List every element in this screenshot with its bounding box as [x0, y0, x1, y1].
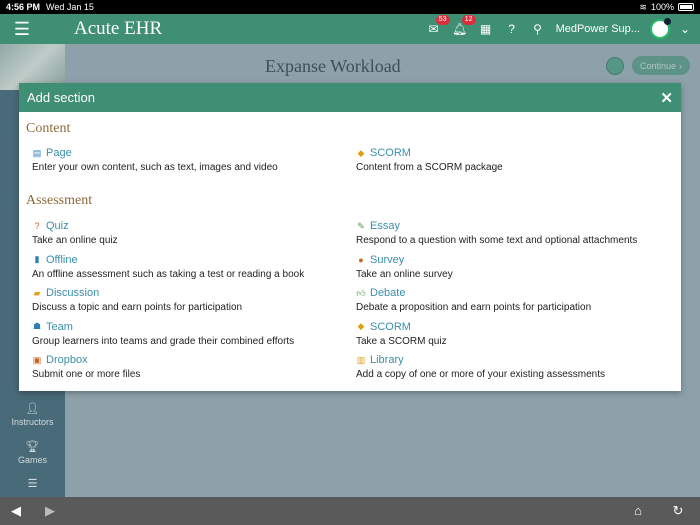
option-library[interactable]: ▥ Library Add a copy of one or more of you…	[356, 354, 656, 380]
option-name[interactable]: Discussion	[46, 287, 99, 299]
content-heading: Content	[26, 121, 71, 136]
option-name[interactable]: Debate	[370, 287, 405, 299]
chat-icon: ▰	[33, 287, 41, 298]
option-scorm[interactable]: ◆ SCORM Content from a SCORM package	[356, 147, 656, 173]
option-name[interactable]: Library	[370, 354, 404, 366]
back-icon[interactable]: ◀	[6, 503, 26, 519]
option-description: Take an online survey	[356, 268, 453, 280]
search-icon[interactable]: ⚲	[530, 21, 546, 37]
survey-icon: ●	[358, 254, 364, 265]
notifications-badge: 12	[461, 15, 476, 25]
option-team[interactable]: ☗ Team Group learners into teams and grade…	[32, 321, 332, 347]
option-description: Take an online quiz	[32, 235, 118, 246]
option-quiz[interactable]: ? Quiz Take an online quiz	[32, 220, 332, 246]
dialog-title: Add section	[27, 90, 95, 105]
option-essay[interactable]: ✎ Essay Respond to a question with some te…	[356, 220, 656, 246]
option-description: Content from a SCORM package	[356, 162, 503, 173]
option-row: ? Quiz	[32, 220, 332, 232]
option-row: ▰ Discussion	[32, 287, 332, 299]
app-title: Acute EHR	[74, 18, 163, 39]
option-name[interactable]: Essay	[370, 220, 400, 232]
option-description: Group learners into teams and grade thei…	[32, 335, 295, 347]
calendar-icon[interactable]: ▦	[478, 21, 494, 37]
close-icon[interactable]: ✕	[660, 89, 673, 107]
option-description: Discuss a topic and earn points for part…	[32, 302, 243, 313]
messages-badge: 53	[435, 15, 450, 25]
option-row: ● Survey	[356, 254, 656, 266]
option-offline[interactable]: ▮ Offline An offline assessment such as ta…	[32, 254, 332, 280]
wifi-icon: ≋	[639, 1, 647, 12]
option-description: Enter your own content, such as text, im…	[32, 162, 278, 173]
option-discussion[interactable]: ▰ Discussion Discuss a topic and earn poin…	[32, 287, 332, 313]
chevron-down-icon[interactable]: ⌄	[680, 22, 690, 36]
refresh-icon[interactable]: ↻	[668, 503, 688, 519]
battery-icon	[678, 3, 694, 11]
scorm-icon: ◆	[357, 147, 365, 158]
dialog-header: Add section ✕	[19, 83, 681, 112]
option-scorm[interactable]: ◆ SCORM Take a SCORM quiz	[356, 321, 656, 347]
quiz-icon: ?	[34, 221, 40, 231]
option-dropbox[interactable]: ▣ Dropbox Submit one or more files	[32, 354, 332, 380]
option-name[interactable]: Offline	[46, 254, 78, 266]
pen-icon: ✎	[357, 220, 365, 231]
forward-icon[interactable]: ▶	[40, 503, 60, 519]
book-icon: ▮	[34, 254, 40, 264]
option-row: ▥ Library	[356, 354, 656, 366]
thumb-icon: 👍︎	[356, 287, 366, 298]
status-bar: 4:56 PM Wed Jan 15 ≋ 100%	[0, 0, 700, 14]
menu-icon[interactable]: ☰	[0, 14, 44, 44]
option-survey[interactable]: ● Survey Take an online survey	[356, 254, 656, 280]
option-debate[interactable]: 👍︎ Debate Debate a proposition and earn po…	[356, 287, 656, 313]
status-date: Wed Jan 15	[46, 2, 94, 12]
header-tools: ✉ 53 🔔︎ 12 ▦ ? ⚲ MedPower Sup... ⌄	[426, 15, 700, 39]
option-description: Add a copy of one or more of your existi…	[356, 369, 606, 380]
option-name[interactable]: Dropbox	[46, 354, 88, 366]
help-icon[interactable]: ?	[504, 21, 520, 37]
battery-percent: 100%	[650, 2, 674, 12]
option-description: Respond to a question with some text and…	[356, 235, 638, 246]
option-row: 👍︎ Debate	[356, 287, 656, 299]
option-row: ✎ Essay	[356, 220, 656, 232]
dropbox-icon: ▣	[32, 354, 42, 365]
app-header: ☰ Acute EHR ✉ 53 🔔︎ 12 ▦ ? ⚲ MedPower Sup.…	[0, 14, 700, 44]
avatar[interactable]	[649, 18, 671, 39]
option-name[interactable]: Survey	[370, 254, 404, 266]
option-page[interactable]: ▤ Page Enter your own content, such as tex…	[32, 147, 332, 173]
option-description: Take a SCORM quiz	[356, 335, 447, 347]
option-name[interactable]: Team	[46, 321, 73, 333]
option-description: An offline assessment such as taking a t…	[32, 268, 305, 280]
status-time: 4:56 PM	[6, 2, 41, 12]
bottom-right: ⌂ ↻	[628, 503, 700, 519]
team-icon: ☗	[32, 321, 42, 331]
option-name[interactable]: Quiz	[46, 220, 69, 232]
status-right: ≋ 100%	[639, 2, 694, 13]
option-row: ☗ Team	[32, 321, 332, 333]
bell-icon[interactable]: 🔔︎ 12	[452, 15, 476, 37]
page-icon: ▤	[32, 147, 42, 158]
home-icon[interactable]: ⌂	[628, 503, 648, 519]
option-row: ◆ SCORM	[356, 147, 656, 159]
option-row: ◆ SCORM	[356, 321, 656, 333]
assessment-heading: Assessment	[26, 193, 93, 208]
option-row: ▮ Offline	[32, 254, 332, 266]
option-row: ▤ Page	[32, 147, 332, 159]
user-name[interactable]: MedPower Sup...	[556, 23, 640, 35]
option-row: ▣ Dropbox	[32, 354, 332, 366]
bottom-bar: ◀ ▶ ⌂ ↻	[0, 497, 700, 525]
option-name[interactable]: SCORM	[370, 147, 411, 159]
library-icon: ▥	[356, 354, 366, 365]
scorm-icon: ◆	[357, 321, 365, 331]
messages-icon[interactable]: ✉ 53	[426, 15, 450, 37]
option-name[interactable]: SCORM	[370, 321, 411, 333]
option-description: Debate a proposition and earn points for…	[356, 302, 592, 313]
option-name[interactable]: Page	[46, 147, 72, 159]
add-section-dialog: Add section ✕ Content Assessment ▤ Page En…	[19, 83, 681, 391]
option-description: Submit one or more files	[32, 369, 141, 380]
